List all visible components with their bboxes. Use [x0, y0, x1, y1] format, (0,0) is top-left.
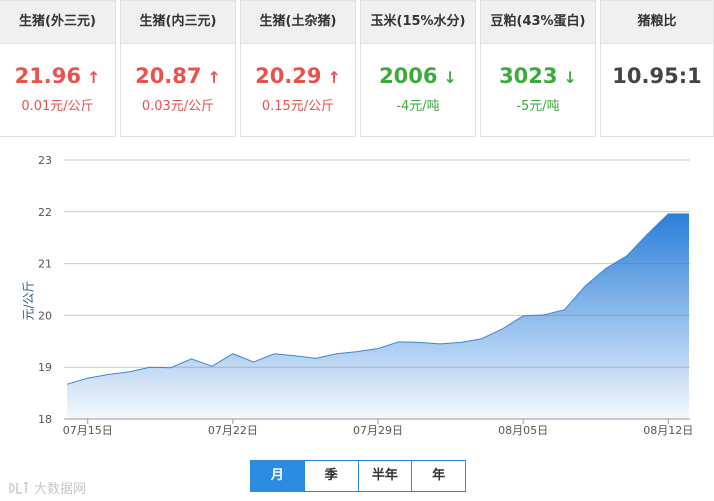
- card-title: 生猪(外三元): [0, 1, 115, 44]
- price-card[interactable]: 玉米(15%水分) 2006 ↓ -4元/吨: [360, 0, 476, 137]
- down-arrow-icon: ↓: [443, 68, 457, 87]
- card-value: 20.29: [255, 64, 322, 88]
- card-value: 3023: [499, 64, 558, 88]
- y-tick-label: 18: [38, 413, 52, 426]
- card-title: 猪粮比: [601, 1, 713, 44]
- period-tabs: 月 季 半年 年: [250, 460, 466, 492]
- price-card[interactable]: 猪粮比 10.95:1: [600, 0, 714, 137]
- x-tick-label: 07月15日: [63, 424, 113, 437]
- x-tick-label: 08月12日: [643, 424, 693, 437]
- up-arrow-icon: ↑: [207, 68, 221, 87]
- y-tick-label: 19: [38, 361, 52, 374]
- card-change: 0.03元/公斤: [141, 99, 215, 114]
- tab-month[interactable]: 月: [251, 461, 304, 491]
- card-title: 生猪(土杂猪): [241, 1, 355, 44]
- watermark: 大数据网: [8, 478, 86, 497]
- card-title: 生猪(内三元): [121, 1, 235, 44]
- card-change: 0.15元/公斤: [261, 99, 335, 114]
- card-change: -5元/吨: [516, 99, 560, 114]
- y-tick-label: 21: [38, 258, 52, 271]
- card-value: 20.87: [135, 64, 202, 88]
- up-arrow-icon: ↑: [87, 68, 101, 87]
- card-title: 豆粕(43%蛋白): [481, 1, 595, 44]
- price-card[interactable]: 生猪(外三元) 21.96 ↑ 0.01元/公斤: [0, 0, 116, 137]
- tab-quarter[interactable]: 季: [303, 461, 358, 491]
- watermark-text: 大数据网: [34, 482, 87, 497]
- y-tick-label: 23: [38, 154, 52, 167]
- price-card[interactable]: 生猪(土杂猪) 20.29 ↑ 0.15元/公斤: [240, 0, 356, 137]
- x-tick-label: 08月05日: [498, 424, 548, 437]
- y-tick-label: 20: [38, 309, 52, 322]
- price-card[interactable]: 生猪(内三元) 20.87 ↑ 0.03元/公斤: [120, 0, 236, 137]
- x-tick-label: 07月22日: [208, 424, 258, 437]
- series-area: [67, 213, 689, 419]
- card-value: 10.95:1: [612, 64, 702, 88]
- down-arrow-icon: ↓: [563, 68, 577, 87]
- tab-year[interactable]: 年: [411, 461, 465, 491]
- y-tick-label: 22: [38, 206, 52, 219]
- tab-half-year[interactable]: 半年: [357, 461, 412, 491]
- card-change: -4元/吨: [396, 99, 440, 114]
- price-card[interactable]: 豆粕(43%蛋白) 3023 ↓ -5元/吨: [480, 0, 596, 137]
- card-value: 21.96: [14, 64, 82, 88]
- watermark-logo-icon: [9, 481, 28, 494]
- x-tick-label: 07月29日: [353, 424, 403, 437]
- up-arrow-icon: ↑: [327, 68, 341, 87]
- card-title: 玉米(15%水分): [361, 1, 475, 44]
- price-cards: 生猪(外三元) 21.96 ↑ 0.01元/公斤 生猪(内三元) 20.87 ↑ 0…: [0, 0, 714, 150]
- card-change: 0.01元/公斤: [21, 99, 94, 114]
- price-area-chart: 18 19 20 21 22 23 07月15日 07月22日 07月29日 08月05日 08月1…: [38, 154, 693, 437]
- y-axis-label: 元/公斤: [21, 280, 36, 321]
- card-value: 2006: [379, 64, 438, 88]
